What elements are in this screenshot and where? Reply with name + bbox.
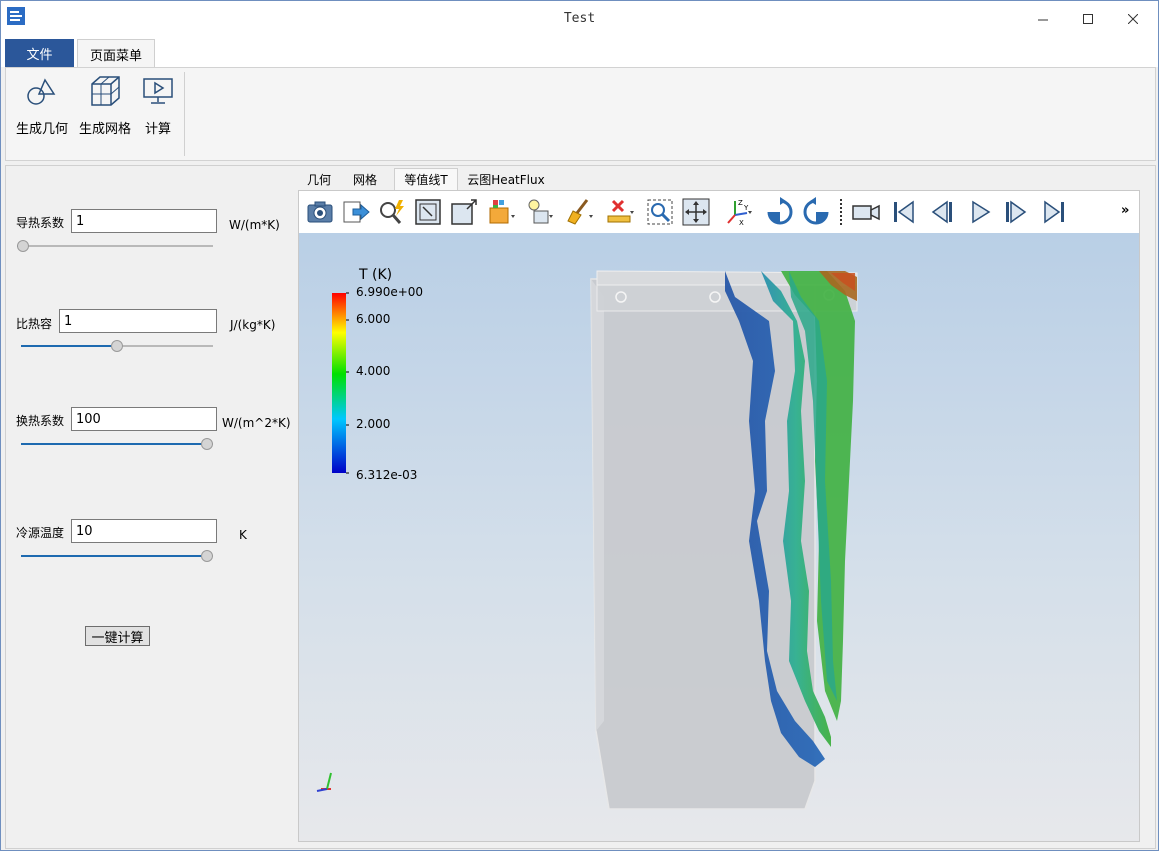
tab-cloud-heatflux[interactable]: 云图HeatFlux — [464, 168, 548, 190]
slider-thumb[interactable] — [17, 240, 29, 252]
display-icon[interactable] — [487, 197, 517, 227]
legend-tick-max: 6.990e+00 — [356, 285, 424, 299]
minimize-icon — [1038, 19, 1048, 21]
tab-page-menu[interactable]: 页面菜单 — [77, 39, 155, 68]
heat-transfer-coefficient-unit: W/(m^2*K) — [222, 416, 291, 430]
ribbon-panel: 生成几何 生成网格 计算 — [5, 67, 1156, 161]
ribbon-divider — [184, 72, 185, 156]
title-bar: Test — [1, 1, 1158, 37]
last-frame-icon[interactable] — [1039, 197, 1069, 227]
tab-contour-t[interactable]: 等值线T — [394, 168, 458, 190]
rotate-cw-icon[interactable] — [765, 197, 795, 227]
thermal-conductivity-unit: W/(m*K) — [229, 218, 280, 232]
slider-thumb[interactable] — [201, 438, 213, 450]
maximize-icon — [1083, 14, 1093, 24]
maximize-button[interactable] — [1065, 1, 1111, 37]
prev-frame-icon[interactable] — [927, 197, 957, 227]
app-window: Test 文件 页面菜单 生成几何 生成网格 计算 导热系数 1 W/(m*K)… — [0, 0, 1159, 851]
cold-source-temperature-unit: K — [239, 528, 247, 542]
specific-heat-unit: J/(kg*K) — [230, 318, 276, 332]
orientation-axes-icon — [316, 772, 332, 792]
svg-text:X: X — [739, 219, 744, 227]
cold-source-temperature-slider[interactable] — [21, 550, 213, 562]
slider-fill — [21, 555, 207, 557]
view-tab-bar: 几何 网格 等值线T 云图HeatFlux — [298, 166, 1158, 190]
specific-heat-label: 比热容 — [16, 317, 53, 331]
generate-mesh-button[interactable]: 生成网格 — [79, 74, 131, 137]
axes-icon[interactable]: ZYX — [723, 197, 753, 227]
window-title: Test — [563, 11, 596, 26]
thermal-conductivity-input[interactable] — [71, 209, 217, 233]
legend-tick-min: 6.312e-03 — [356, 468, 418, 482]
compute-button[interactable]: 计算 — [141, 74, 175, 137]
heat-transfer-coefficient-label: 换热系数 — [16, 414, 65, 428]
legend-tick: 6.000 — [356, 312, 391, 326]
heat-transfer-coefficient-input[interactable] — [71, 407, 217, 431]
first-frame-icon[interactable] — [889, 197, 919, 227]
ruler-icon[interactable] — [605, 197, 635, 227]
slider-thumb[interactable] — [111, 340, 123, 352]
svg-text:Z: Z — [738, 199, 743, 207]
ribbon-tab-bar: 文件 页面菜单 — [1, 37, 1158, 68]
close-button[interactable] — [1110, 1, 1156, 37]
box-in-icon[interactable] — [413, 197, 443, 227]
legend-title: T (K) — [359, 267, 393, 283]
generate-geometry-label: 生成几何 — [16, 122, 69, 137]
camera-icon[interactable] — [305, 197, 335, 227]
cold-source-temperature-input[interactable] — [71, 519, 217, 543]
cold-source-temperature-label: 冷源温度 — [16, 526, 65, 540]
legend-tick: 4.000 — [356, 364, 391, 378]
toolbar-separator — [840, 199, 842, 225]
geometry-icon — [27, 78, 56, 105]
specific-heat-input[interactable] — [59, 309, 217, 333]
viewer-toolbar: ZYX » — [299, 191, 1139, 233]
3d-viewer: ZYX » T (K) 6.990e+00 6.000 4.000 2.000 … — [298, 190, 1140, 842]
tab-file[interactable]: 文件 — [5, 39, 74, 67]
slider-track — [17, 245, 213, 247]
light-icon[interactable] — [525, 197, 555, 227]
slider-fill — [21, 345, 117, 347]
minimize-button[interactable] — [1020, 1, 1066, 37]
video-camera-icon[interactable] — [851, 197, 881, 227]
export-icon[interactable] — [341, 197, 371, 227]
compute-label: 计算 — [144, 122, 171, 137]
monitor-play-icon — [143, 78, 173, 104]
3d-model-render — [590, 270, 858, 810]
specific-heat-slider[interactable] — [21, 340, 213, 352]
box-out-icon[interactable] — [449, 197, 479, 227]
tab-mesh[interactable]: 网格 — [344, 168, 386, 190]
generate-mesh-label: 生成网格 — [79, 122, 132, 137]
svg-text:Y: Y — [743, 204, 749, 212]
render-canvas[interactable]: T (K) 6.990e+00 6.000 4.000 2.000 6.312e… — [299, 233, 1139, 841]
mesh-icon — [91, 76, 120, 106]
zoom-box-icon[interactable] — [645, 197, 675, 227]
slider-thumb[interactable] — [201, 550, 213, 562]
generate-geometry-button[interactable]: 生成几何 — [16, 74, 68, 137]
tab-geometry[interactable]: 几何 — [298, 168, 340, 190]
brush-icon[interactable] — [565, 197, 595, 227]
one-click-compute-button[interactable]: 一键计算 — [85, 626, 150, 646]
pick-icon[interactable] — [377, 197, 407, 227]
slider-fill — [21, 443, 207, 445]
main-area: 导热系数 W/(m*K) 比热容 J/(kg*K) 换热系数 W/(m^2*K) — [5, 165, 1156, 849]
close-icon — [1128, 14, 1138, 24]
thermal-conductivity-label: 导热系数 — [16, 216, 65, 230]
color-bar — [332, 292, 349, 474]
parameter-panel: 导热系数 W/(m*K) 比热容 J/(kg*K) 换热系数 W/(m^2*K) — [6, 166, 296, 848]
heat-transfer-coefficient-slider[interactable] — [21, 438, 213, 450]
legend-tick: 2.000 — [356, 417, 391, 431]
thermal-conductivity-slider[interactable] — [17, 240, 213, 252]
fit-view-icon[interactable] — [681, 197, 711, 227]
rotate-ccw-icon[interactable] — [801, 197, 831, 227]
play-icon[interactable] — [965, 197, 995, 227]
toolbar-overflow-button[interactable]: » — [1121, 203, 1129, 218]
next-frame-icon[interactable] — [1001, 197, 1031, 227]
